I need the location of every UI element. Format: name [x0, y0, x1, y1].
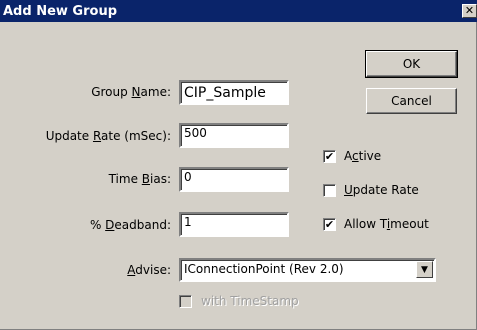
advise-select[interactable]: IConnectionPoint (Rev 2.0)	[179, 258, 436, 282]
deadband-value: 1	[184, 215, 192, 229]
update-rate-label: Update Rate (mSec):	[46, 129, 171, 143]
deadband-label-post: eadband:	[114, 218, 171, 232]
update-rate-checkbox-label-key: U	[344, 183, 353, 197]
add-new-group-dialog: Add New Group ✕ OK Cancel Group Name: CI…	[0, 0, 477, 330]
dialog-title: Add New Group	[3, 4, 118, 19]
time-bias-label-key: B	[141, 172, 151, 186]
allow-timeout-label: Allow Timeout	[344, 217, 429, 231]
deadband-label-pre: %	[89, 218, 106, 232]
active-check-icon: ✔	[324, 150, 335, 163]
advise-label-post: dvise:	[135, 263, 171, 277]
advise-selected-value: IConnectionPoint (Rev 2.0)	[184, 262, 344, 276]
group-name-label: Group Name:	[91, 85, 171, 99]
time-bias-input[interactable]: 0	[179, 167, 289, 192]
title-bar: Add New Group ✕	[0, 0, 477, 22]
cancel-button[interactable]: Cancel	[366, 88, 457, 114]
update-rate-checkbox[interactable]	[323, 184, 336, 197]
update-rate-label-pre: Update	[45, 129, 93, 143]
time-bias-label-pre: Time	[108, 172, 142, 186]
deadband-label: % Deadband:	[90, 218, 171, 232]
group-name-label-key: N	[131, 85, 141, 99]
update-rate-value: 500	[184, 126, 207, 140]
group-name-label-post: ame:	[140, 85, 171, 99]
with-timestamp-checkbox[interactable]	[179, 295, 192, 308]
deadband-input[interactable]: 1	[179, 212, 289, 237]
update-rate-input[interactable]: 500	[179, 123, 289, 148]
update-rate-label-key: R	[92, 129, 102, 143]
allow-timeout-checkbox[interactable]: ✔	[323, 218, 336, 231]
cancel-button-label: Cancel	[391, 94, 432, 108]
with-timestamp-label: with TimeStamp	[201, 294, 299, 308]
update-rate-checkbox-label-post: pdate Rate	[352, 183, 419, 197]
active-checkbox[interactable]: ✔	[323, 150, 336, 163]
group-name-value: CIP_Sample	[184, 85, 266, 101]
active-label-pre: A	[344, 149, 352, 163]
allow-timeout-label-pre: Allow T	[344, 217, 387, 231]
chevron-down-icon: ▼	[421, 264, 428, 275]
time-bias-label: Time Bias:	[109, 172, 171, 186]
active-label: Active	[344, 149, 381, 163]
group-name-input[interactable]: CIP_Sample	[179, 80, 289, 105]
advise-dropdown-button[interactable]: ▼	[416, 261, 433, 278]
close-icon: ✕	[464, 4, 475, 17]
time-bias-label-post: ias:	[150, 172, 171, 186]
update-rate-checkbox-label: Update Rate	[344, 183, 419, 197]
time-bias-value: 0	[184, 170, 192, 184]
active-label-post: tive	[358, 149, 382, 163]
advise-label: Advise:	[127, 263, 171, 277]
ok-button-label: OK	[402, 57, 421, 71]
allow-timeout-label-post: meout	[390, 217, 429, 231]
ok-button[interactable]: OK	[365, 50, 458, 78]
group-name-label-pre: Group	[91, 85, 132, 99]
close-button[interactable]: ✕	[462, 4, 477, 18]
allow-timeout-check-icon: ✔	[324, 218, 335, 231]
update-rate-label-post: ate (mSec):	[101, 129, 171, 143]
active-label-key: c	[352, 149, 359, 163]
